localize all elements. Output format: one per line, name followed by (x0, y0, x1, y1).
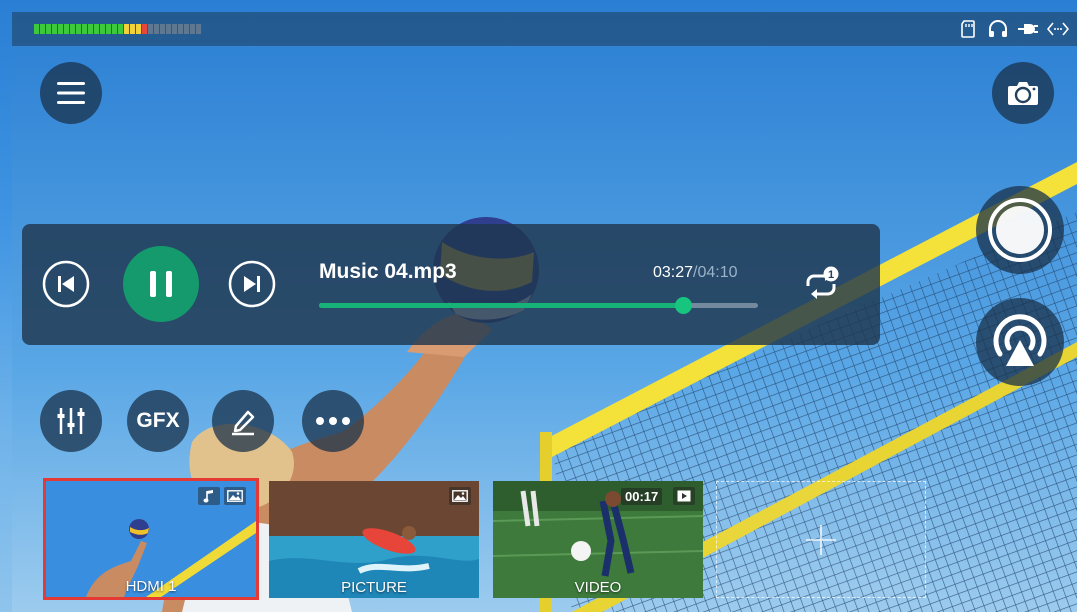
audio-meter-segment (142, 24, 147, 34)
audio-meter-segment (46, 24, 51, 34)
audio-meter-segment (88, 24, 93, 34)
plus-icon (806, 524, 836, 555)
current-time: 03:27 (653, 264, 694, 281)
track-title: Music 04.mp3 (319, 260, 457, 283)
source-hdmi-1[interactable]: HDMI 1 (43, 478, 259, 600)
audio-meter-segment (178, 24, 183, 34)
previous-track-button[interactable] (42, 260, 90, 308)
menu-button[interactable] (40, 62, 102, 124)
audio-meter-segment (100, 24, 105, 34)
video-duration: 00:17 (621, 488, 663, 505)
audio-meter-segment (70, 24, 75, 34)
music-note-icon (198, 487, 220, 505)
audio-meter-segment (112, 24, 117, 34)
audio-meter-segment (58, 24, 63, 34)
playback-progress-slider[interactable] (319, 297, 758, 314)
audio-meter-segment (160, 24, 165, 34)
audio-meter-segment (124, 24, 129, 34)
repeat-one-icon: 1 (806, 266, 839, 299)
power-plug-icon (1017, 18, 1039, 40)
track-time: 03:27/04:10 (653, 264, 738, 282)
audio-meter-segment (184, 24, 189, 34)
status-bar (12, 12, 1077, 46)
live-broadcast-icon (993, 314, 1047, 366)
progress-knob[interactable] (674, 297, 692, 314)
gfx-label: GFX (136, 409, 180, 432)
audio-level-meter (34, 24, 201, 34)
audio-meter-segment (130, 24, 135, 34)
audio-meter-segment (52, 24, 57, 34)
image-icon (449, 487, 471, 505)
repeat-button[interactable]: 1 (800, 264, 842, 306)
source-label: PICTURE (341, 579, 407, 596)
audio-meter-segment (190, 24, 195, 34)
skip-next-icon (228, 260, 276, 308)
source-picture[interactable]: PICTURE (269, 481, 479, 598)
pause-icon (150, 271, 172, 297)
image-icon (224, 487, 246, 505)
audio-meter-segment (76, 24, 81, 34)
audio-meter-segment (148, 24, 153, 34)
camera-icon (1008, 82, 1038, 105)
camera-preview: Music 04.mp3 03:27/04:10 1 GFX HDMI 1 PI… (12, 12, 1077, 612)
audio-meter-segment (94, 24, 99, 34)
progress-fill (319, 303, 683, 308)
snapshot-button[interactable] (992, 62, 1054, 124)
audio-meter-segment (154, 24, 159, 34)
audio-meter-segment (196, 24, 201, 34)
audio-meter-segment (64, 24, 69, 34)
more-options-button[interactable] (302, 390, 364, 452)
menu-icon (57, 82, 85, 104)
annotate-button[interactable] (212, 390, 274, 452)
source-label: HDMI 1 (125, 578, 177, 595)
audio-meter-segment (172, 24, 177, 34)
audio-meter-segment (118, 24, 123, 34)
audio-meter-segment (40, 24, 45, 34)
mixer-icon (57, 408, 85, 434)
audio-meter-segment (106, 24, 111, 34)
headphones-icon (987, 18, 1009, 40)
audio-meter-segment (136, 24, 141, 34)
live-preview-screen: Music 04.mp3 03:27/04:10 1 GFX HDMI 1 PI… (0, 0, 1077, 612)
add-source-button[interactable] (716, 481, 926, 598)
record-icon (988, 198, 1052, 262)
status-icons (957, 18, 1069, 40)
skip-previous-icon (42, 260, 90, 308)
gfx-button[interactable]: GFX (127, 390, 189, 452)
total-time: 04:10 (697, 264, 738, 281)
network-arrows-icon (1047, 18, 1069, 40)
next-track-button[interactable] (228, 260, 276, 308)
audio-meter-segment (166, 24, 171, 34)
more-dots-icon (316, 417, 350, 425)
source-label: VIDEO (574, 579, 622, 596)
source-video[interactable]: 00:17 VIDEO (493, 481, 703, 598)
audio-mixer-button[interactable] (40, 390, 102, 452)
play-icon (673, 487, 695, 505)
music-player-panel: Music 04.mp3 03:27/04:10 1 (22, 224, 880, 345)
audio-meter-segment (34, 24, 39, 34)
audio-meter-segment (82, 24, 87, 34)
pause-button[interactable] (123, 246, 199, 322)
sd-card-icon (957, 18, 979, 40)
pen-icon (232, 410, 255, 436)
repeat-count: 1 (828, 269, 834, 281)
record-button[interactable] (976, 186, 1064, 274)
live-stream-button[interactable] (976, 298, 1064, 386)
